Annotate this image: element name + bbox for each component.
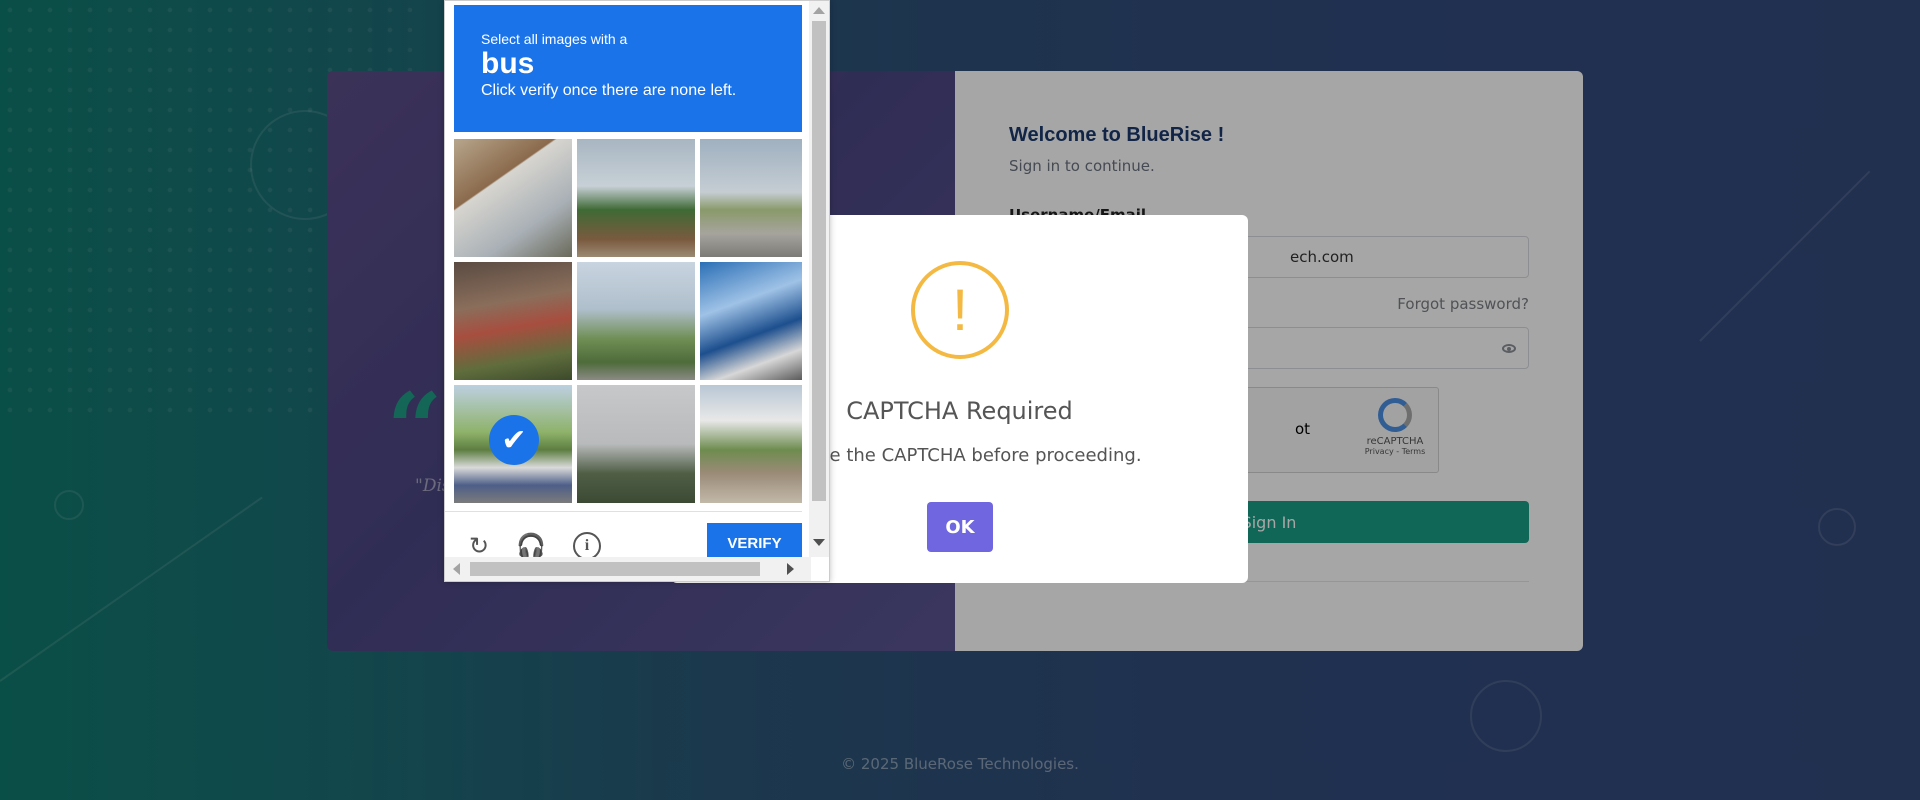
info-icon[interactable]: i	[573, 532, 601, 560]
recaptcha-challenge-popup: Select all images with a bus Click verif…	[444, 0, 830, 582]
image-tile[interactable]	[454, 262, 572, 380]
scroll-down-icon[interactable]	[813, 539, 825, 546]
challenge-target: bus	[481, 47, 535, 80]
image-tile-selected[interactable]: ✔	[454, 385, 572, 503]
checkmark-icon: ✔	[489, 415, 539, 465]
scroll-right-icon[interactable]	[787, 563, 794, 575]
image-tile[interactable]	[454, 139, 572, 257]
challenge-subinstruction: Click verify once there are none left.	[481, 82, 737, 99]
scrollbar-thumb[interactable]	[470, 562, 760, 576]
headphones-icon[interactable]: 🎧	[516, 532, 546, 560]
warning-icon: !	[911, 261, 1009, 359]
image-tile[interactable]	[700, 385, 802, 503]
challenge-instruction: Select all images with a	[481, 31, 628, 47]
image-tile[interactable]	[577, 385, 695, 503]
image-tile[interactable]	[700, 262, 802, 380]
vertical-scrollbar[interactable]	[809, 1, 829, 557]
image-tile[interactable]	[700, 139, 802, 257]
horizontal-scrollbar[interactable]	[445, 557, 811, 581]
ok-button[interactable]: OK	[927, 502, 993, 552]
scrollbar-thumb[interactable]	[812, 21, 826, 501]
challenge-header: Select all images with a bus Click verif…	[454, 5, 802, 132]
refresh-icon[interactable]: ↻	[465, 532, 493, 560]
image-tile[interactable]	[577, 262, 695, 380]
scroll-left-icon[interactable]	[453, 563, 460, 575]
challenge-footer: ↻ 🎧 i VERIFY	[445, 511, 802, 563]
scroll-up-icon[interactable]	[813, 7, 825, 14]
image-tile[interactable]	[577, 139, 695, 257]
